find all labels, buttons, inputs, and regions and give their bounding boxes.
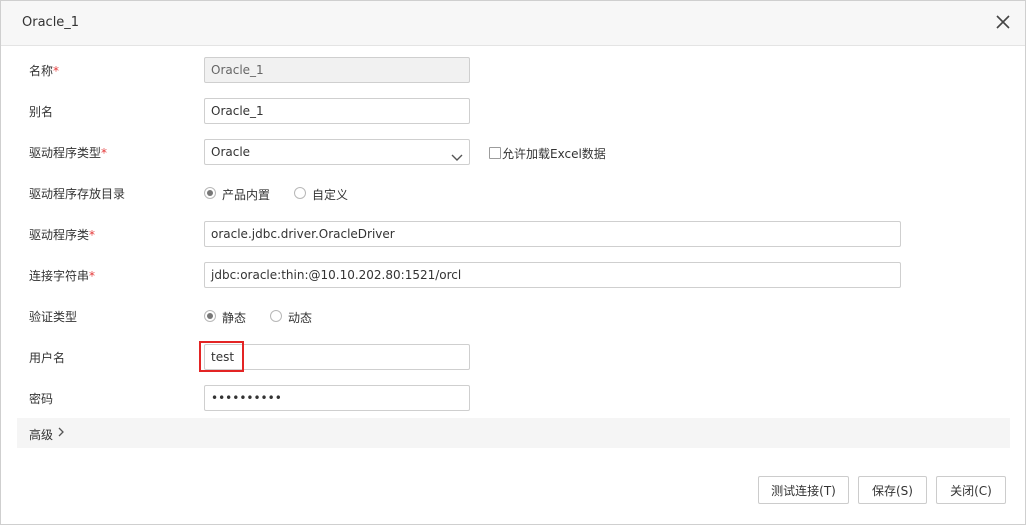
username-highlight-box: [199, 341, 244, 372]
radio-builtin[interactable]: [204, 187, 216, 199]
alias-label: 别名: [29, 105, 54, 119]
driver-dir-label: 驱动程序存放目录: [29, 187, 126, 201]
datasource-dialog: Oracle_1 名称* Oracle_1 别名 Oracle_1 驱动程序类型…: [0, 0, 1026, 525]
name-field: Oracle_1: [204, 57, 470, 83]
dialog-titlebar: Oracle_1: [1, 1, 1025, 46]
driver-class-label: 驱动程序类*: [29, 228, 96, 242]
radio-dynamic[interactable]: [270, 310, 282, 322]
chevron-down-icon: [451, 147, 463, 161]
radio-custom[interactable]: [294, 187, 306, 199]
allow-excel-label: 允许加载Excel数据: [502, 147, 606, 161]
auth-type-label: 验证类型: [29, 310, 78, 324]
driver-type-selected: Oracle: [211, 145, 251, 159]
alias-field[interactable]: Oracle_1: [204, 98, 470, 124]
close-button[interactable]: 关闭(C): [936, 476, 1006, 504]
close-icon[interactable]: [993, 12, 1013, 32]
username-label: 用户名: [29, 351, 66, 365]
advanced-label: 高级: [29, 428, 54, 442]
password-field[interactable]: ••••••••••: [204, 385, 470, 411]
password-label: 密码: [29, 392, 54, 406]
name-label: 名称*: [29, 64, 60, 78]
driver-type-label: 驱动程序类型*: [29, 146, 108, 160]
advanced-section[interactable]: 高级: [17, 418, 1010, 448]
radio-static[interactable]: [204, 310, 216, 322]
radio-builtin-label: 产品内置: [222, 188, 271, 202]
allow-excel-checkbox[interactable]: [489, 147, 501, 159]
save-button[interactable]: 保存(S): [858, 476, 927, 504]
connection-string-field[interactable]: jdbc:oracle:thin:@10.10.202.80:1521/orcl: [204, 262, 901, 288]
driver-type-select[interactable]: Oracle: [204, 139, 470, 165]
radio-static-label: 静态: [222, 311, 247, 325]
radio-dynamic-label: 动态: [288, 311, 313, 325]
chevron-right-icon: [57, 426, 65, 441]
connection-string-label: 连接字符串*: [29, 269, 96, 283]
driver-class-field[interactable]: oracle.jdbc.driver.OracleDriver: [204, 221, 901, 247]
radio-custom-label: 自定义: [312, 188, 349, 202]
dialog-title: Oracle_1: [22, 15, 80, 30]
test-connection-button[interactable]: 测试连接(T): [758, 476, 849, 504]
